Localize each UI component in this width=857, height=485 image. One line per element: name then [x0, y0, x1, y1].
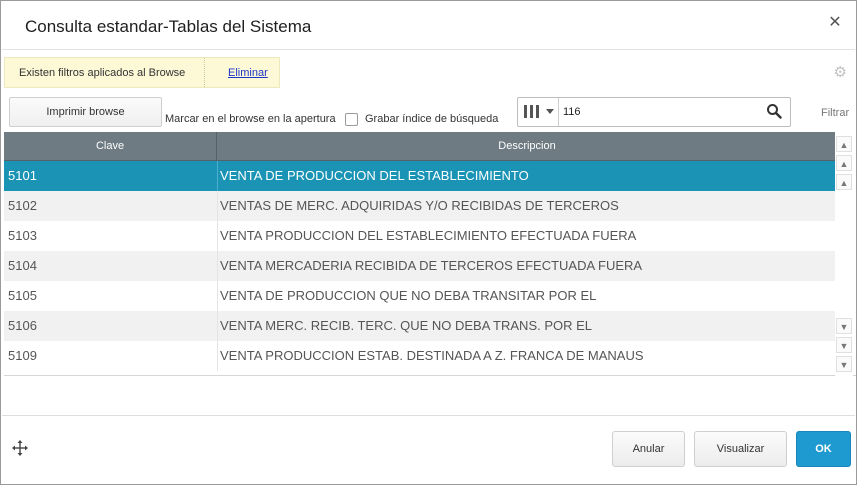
table-row[interactable]: 5105 VENTA DE PRODUCCION QUE NO DEBA TRA… — [4, 281, 836, 311]
filter-button[interactable]: Filtrar — [821, 107, 849, 119]
scroll-up-icon[interactable]: ▲ — [836, 174, 852, 190]
save-index-label[interactable]: Grabar índice de búsqueda — [365, 113, 498, 125]
search-box — [517, 97, 791, 127]
scroll-bottom-icon[interactable]: ▼ — [836, 356, 852, 372]
scroll-page-up-icon[interactable]: ▲ — [836, 155, 852, 171]
cell-descripcion: VENTA DE PRODUCCION QUE NO DEBA TRANSITA… — [220, 288, 597, 303]
cell-descripcion: VENTA DE PRODUCCION DEL ESTABLECIMIENTO — [220, 168, 529, 183]
cell-descripcion: VENTAS DE MERC. ADQUIRIDAS Y/O RECIBIDAS… — [220, 198, 619, 213]
search-input[interactable] — [563, 101, 758, 123]
table-row[interactable]: 5102 VENTAS DE MERC. ADQUIRIDAS Y/O RECI… — [4, 191, 836, 221]
cell-clave: 5109 — [8, 348, 37, 363]
mark-on-open-label[interactable]: Marcar en el browse en la apertura — [165, 113, 336, 125]
grid-scrollbar[interactable]: ▲ ▲ ▲ ▼ ▼ ▼ — [835, 132, 853, 376]
columns-menu-button[interactable] — [518, 98, 559, 126]
cell-clave: 5103 — [8, 228, 37, 243]
scroll-page-down-icon[interactable]: ▼ — [836, 337, 852, 353]
table-row[interactable]: 5104 VENTA MERCADERIA RECIBIDA DE TERCER… — [4, 251, 836, 281]
cell-descripcion: VENTA PRODUCCION ESTAB. DESTINADA A Z. F… — [220, 348, 644, 363]
ok-button[interactable]: OK — [796, 431, 851, 467]
cell-clave: 5101 — [8, 168, 37, 183]
cell-descripcion: VENTA MERCADERIA RECIBIDA DE TERCEROS EF… — [220, 258, 643, 273]
columns-icon — [524, 105, 539, 118]
results-grid: Clave Descripcion 5101 VENTA DE PRODUCCI… — [4, 132, 856, 376]
table-row[interactable]: 5106 VENTA MERC. RECIB. TERC. QUE NO DEB… — [4, 311, 836, 341]
cancel-button[interactable]: Anular — [612, 431, 685, 467]
filter-notice: Existen filtros aplicados al Browse Elim… — [4, 57, 280, 88]
cell-descripcion: VENTA MERC. RECIB. TERC. QUE NO DEBA TRA… — [220, 318, 593, 333]
table-row[interactable]: 5109 VENTA PRODUCCION ESTAB. DESTINADA A… — [4, 341, 836, 371]
move-icon[interactable] — [12, 440, 28, 456]
column-header-descripcion[interactable]: Descripcion — [218, 132, 836, 161]
print-browse-button[interactable]: Imprimir browse — [9, 97, 162, 127]
grid-header: Clave Descripcion — [4, 132, 836, 161]
search-icon[interactable] — [766, 103, 782, 119]
dialog-footer: Anular Visualizar OK — [2, 415, 855, 484]
filter-divider — [204, 58, 205, 87]
chevron-down-icon — [546, 109, 554, 114]
save-index-checkbox[interactable] — [345, 113, 358, 126]
scroll-top-icon[interactable]: ▲ — [836, 136, 852, 152]
cell-clave: 5102 — [8, 198, 37, 213]
filter-message: Existen filtros aplicados al Browse — [19, 67, 186, 79]
cell-clave: 5106 — [8, 318, 37, 333]
dialog-title: Consulta estandar-Tablas del Sistema — [25, 17, 312, 36]
cell-descripcion: VENTA PRODUCCION DEL ESTABLECIMIENTO EFE… — [220, 228, 637, 243]
clear-filters-link[interactable]: Eliminar — [228, 67, 268, 79]
title-bar: Consulta estandar-Tablas del Sistema ✕ — [2, 2, 855, 50]
table-row[interactable]: 5103 VENTA PRODUCCION DEL ESTABLECIMIENT… — [4, 221, 836, 251]
view-button[interactable]: Visualizar — [694, 431, 787, 467]
gear-icon[interactable]: ⚙ — [834, 63, 847, 81]
close-icon[interactable]: ✕ — [826, 14, 844, 32]
dialog: Consulta estandar-Tablas del Sistema ✕ E… — [0, 0, 857, 485]
cell-clave: 5105 — [8, 288, 37, 303]
scroll-down-icon[interactable]: ▼ — [836, 318, 852, 334]
cell-clave: 5104 — [8, 258, 37, 273]
table-row[interactable]: 5101 VENTA DE PRODUCCION DEL ESTABLECIMI… — [4, 161, 836, 191]
column-header-clave[interactable]: Clave — [4, 132, 217, 161]
